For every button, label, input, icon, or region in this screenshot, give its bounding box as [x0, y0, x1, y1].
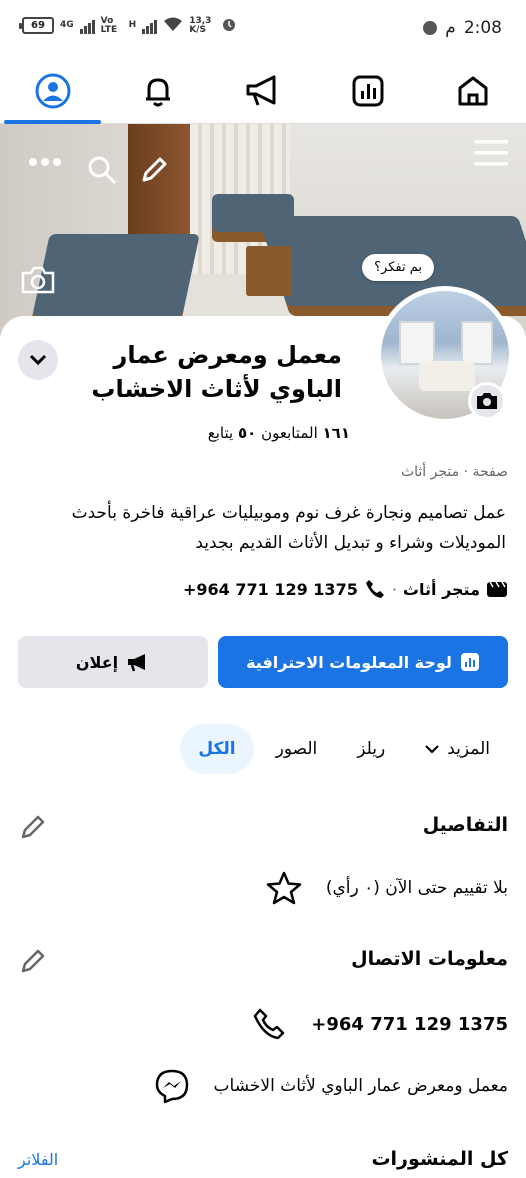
store-icon — [487, 581, 507, 597]
rating-text: بلا تقييم حتى الآن (٠ رأي) — [325, 878, 508, 898]
content-filter-tabs: الكل الصور ريلز المزيد — [180, 724, 508, 774]
edit-contact-button[interactable] — [18, 946, 48, 976]
menu-button[interactable] — [474, 138, 508, 172]
status-right: م 2:08 — [423, 18, 502, 38]
bell-icon — [145, 77, 170, 106]
tab-profile[interactable] — [0, 58, 105, 124]
page-title: معمل ومعرض عمار الباوي لأثاث الاخشاب — [91, 341, 342, 403]
following-count: ٥٠ — [237, 424, 257, 442]
filter-tab-photos[interactable]: الصور — [258, 724, 336, 774]
clock-label: 2:08 — [463, 18, 502, 38]
tab-ads[interactable] — [210, 58, 315, 123]
network-4g-label: 4G — [60, 20, 74, 30]
rating-row: بلا تقييم حتى الآن (٠ رأي) — [264, 868, 508, 908]
phone-icon — [249, 1004, 289, 1044]
details-section-title: التفاصيل — [422, 814, 508, 836]
signal-icon-2 — [142, 18, 158, 34]
alarm-icon — [221, 16, 237, 35]
following-label: يتابع — [207, 424, 234, 442]
megaphone-icon — [128, 654, 146, 672]
notification-dot-icon — [423, 21, 438, 35]
avatar-wardrobe-left — [399, 321, 435, 365]
page-meta-row: متجر أثاث · +964 771 129 1375 — [183, 578, 508, 600]
more-options-button[interactable] — [28, 152, 62, 171]
tab-notifications[interactable] — [105, 58, 210, 123]
am-pm-label: م — [445, 18, 456, 38]
page-category: صفحة · متجر أثاث — [400, 464, 508, 480]
all-posts-title: كل المنشورات — [371, 1148, 508, 1170]
contact-phone-row[interactable]: +964 771 129 1375 — [249, 1004, 508, 1044]
pencil-icon — [142, 157, 167, 182]
filter-tab-more-label: المزيد — [447, 739, 490, 759]
filters-link[interactable]: الفلاتر — [18, 1150, 58, 1169]
battery-level: 69 — [31, 20, 45, 31]
profile-icon — [35, 73, 71, 108]
followers-summary[interactable]: ١٦١ المتابعون ٥٠ يتابع — [208, 424, 350, 442]
page-bio: عمل تصاميم ونجارة غرف نوم وموبيليات عراق… — [71, 503, 506, 553]
professional-dashboard-button[interactable]: لوحة المعلومات الاحترافية — [218, 636, 508, 688]
signal-icon — [79, 18, 95, 34]
tab-insights[interactable] — [316, 58, 421, 123]
change-cover-camera-button[interactable] — [18, 262, 58, 298]
contact-messenger-row[interactable]: معمل ومعرض عمار الباوي لأثاث الاخشاب — [152, 1066, 508, 1106]
ad-button[interactable]: إعلان — [18, 636, 208, 688]
contact-phone-text: +964 771 129 1375 — [311, 1013, 508, 1035]
battery-icon: 69 — [19, 17, 54, 34]
pencil-icon — [21, 815, 45, 839]
volte-label: Vo LTE — [100, 15, 118, 35]
thought-bubble[interactable]: بم تفكر؟ — [362, 254, 434, 281]
edit-details-button[interactable] — [18, 812, 48, 842]
status-bar: 69 4G Vo LTE H 13,3 K/S م 2:08 — [0, 0, 526, 58]
more-dots-icon — [29, 158, 61, 166]
top-nav — [0, 58, 526, 124]
filter-tab-all[interactable]: الكل — [180, 724, 254, 774]
contact-section-title: معلومات الاتصال — [351, 948, 508, 970]
chart-icon — [352, 75, 384, 106]
filter-tab-reels[interactable]: ريلز — [339, 724, 403, 774]
avatar-wardrobe-right — [461, 321, 493, 365]
cover-coffee-table — [246, 246, 292, 296]
followers-count: ١٦١ — [322, 424, 350, 442]
tab-home[interactable] — [421, 58, 526, 123]
ad-button-label: إعلان — [75, 652, 119, 672]
camera-icon — [477, 393, 497, 409]
search-button[interactable] — [86, 154, 118, 190]
messenger-icon — [152, 1066, 192, 1106]
followers-label: المتابعون — [261, 424, 318, 442]
hamburger-icon — [474, 140, 508, 166]
separator-dot: · — [391, 579, 397, 599]
edit-cover-button[interactable] — [138, 154, 170, 190]
speed-label: 13,3 K/S — [189, 15, 212, 35]
avatar-bed — [419, 361, 475, 391]
status-left: 69 4G Vo LTE H 13,3 K/S — [19, 15, 237, 35]
camera-icon — [21, 266, 55, 294]
star-icon — [264, 868, 304, 908]
dashboard-button-label: لوحة المعلومات الاحترافية — [246, 652, 452, 672]
pencil-icon — [21, 949, 45, 973]
home-icon — [458, 76, 488, 105]
store-category-label: متجر أثاث — [402, 579, 480, 599]
change-profile-picture-button[interactable] — [468, 382, 506, 420]
contact-messenger-text: معمل ومعرض عمار الباوي لأثاث الاخشاب — [213, 1076, 508, 1096]
megaphone-icon — [246, 75, 276, 106]
network-h-label: H — [128, 20, 137, 30]
phone-number-meta[interactable]: +964 771 129 1375 — [183, 580, 358, 599]
wifi-icon — [163, 16, 183, 35]
search-icon — [88, 156, 117, 185]
filter-tab-more[interactable]: المزيد — [407, 724, 508, 774]
chart-icon — [460, 653, 479, 671]
phone-icon — [365, 580, 384, 598]
chevron-down-icon — [425, 745, 440, 754]
